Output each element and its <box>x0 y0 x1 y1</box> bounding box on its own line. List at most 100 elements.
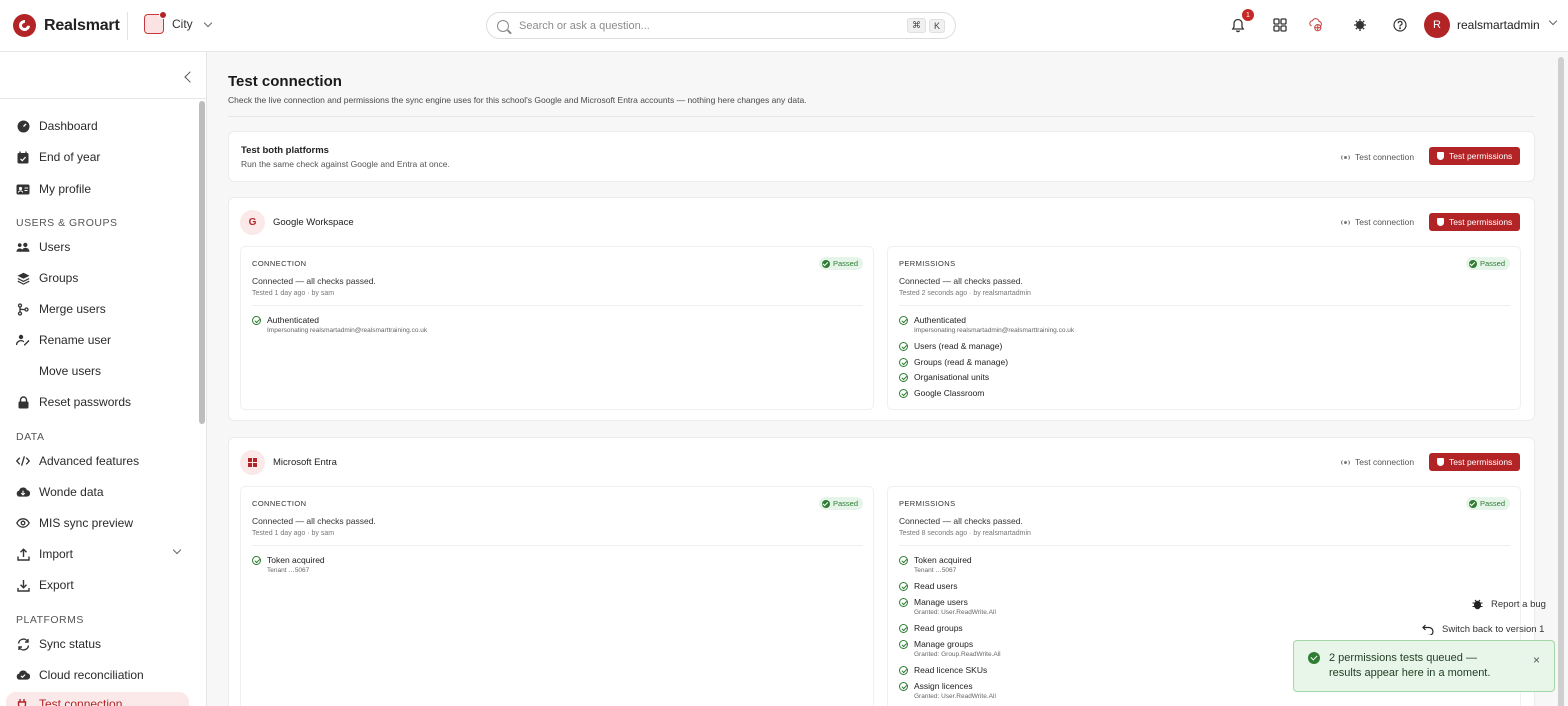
sidebar-item-label: Dashboard <box>39 119 98 133</box>
search-input[interactable] <box>519 19 904 32</box>
status-badge-label: Passed <box>832 259 858 268</box>
divider <box>0 98 207 99</box>
sidebar-item-reset-passwords[interactable]: Reset passwords <box>16 395 131 409</box>
sidebar-item-label: Reset passwords <box>39 395 132 409</box>
card-title: Google Workspace <box>273 217 354 228</box>
button-label: Test connection <box>1355 217 1415 227</box>
avatar[interactable]: R <box>1424 12 1450 38</box>
sidebar-item-label: Merge users <box>39 302 106 316</box>
app-logo[interactable]: Realsmart <box>13 14 120 37</box>
realsmart-logo-icon <box>13 14 36 37</box>
bug-icon[interactable] <box>1352 17 1368 33</box>
switch-version-button[interactable]: Switch back to version 1 <box>1422 624 1544 635</box>
check-detail: Tenant …5067 <box>267 567 310 574</box>
check-item: Users (read & manage) <box>899 341 1002 351</box>
google-test-connection-button[interactable]: Test connection <box>1341 217 1414 227</box>
gauge-icon <box>16 119 30 133</box>
sidebar-item-groups[interactable]: Groups <box>16 271 78 285</box>
check-item: Groups (read & manage) <box>899 357 1008 367</box>
panel-meta: Tested 2 seconds ago · by realsmartadmin <box>899 290 1031 297</box>
sidebar-item-wonde-data[interactable]: Wonde data <box>16 485 104 499</box>
sidebar-item-label: Sync status <box>39 637 102 651</box>
google-test-permissions-button[interactable]: Test permissions <box>1429 213 1521 231</box>
shield-icon <box>1437 458 1444 466</box>
sidebar-item-dashboard[interactable]: Dashboard <box>16 119 98 133</box>
status-badge-label: Passed <box>832 499 858 508</box>
main-scrollbar[interactable] <box>1558 57 1564 706</box>
check-circle-icon <box>821 499 830 508</box>
button-label: Test permissions <box>1449 217 1513 227</box>
check-item: Read groups <box>899 623 963 633</box>
google-connection-panel: CONNECTION Passed Connected — all checks… <box>240 246 874 410</box>
chevron-down-icon[interactable] <box>1548 16 1558 26</box>
status-badge-label: Passed <box>1479 259 1505 268</box>
cloud-check-icon <box>16 668 30 682</box>
school-switcher[interactable]: City <box>144 11 212 34</box>
shortcut-mod-key: ⌘ <box>906 18 926 33</box>
top-bar: Realsmart City ⌘ K 1 R realsmartadmin <box>0 0 1568 52</box>
check-circle-icon <box>899 342 908 351</box>
app-name: Realsmart <box>44 16 120 34</box>
sidebar-item-mis-sync-preview[interactable]: MIS sync preview <box>16 516 133 530</box>
panel-status: Connected — all checks passed. <box>252 516 376 526</box>
toast-message: 2 permissions tests queued — results app… <box>1329 652 1491 679</box>
entra-test-connection-button[interactable]: Test connection <box>1341 457 1414 467</box>
sidebar-item-merge-users[interactable]: Merge users <box>16 302 106 316</box>
sidebar-item-end-of-year[interactable]: End of year <box>16 150 100 164</box>
chevron-down-icon <box>203 18 212 27</box>
sidebar-item-rename-user[interactable]: Rename user <box>16 333 111 347</box>
panel-status: Connected — all checks passed. <box>899 516 1023 526</box>
check-title: Token acquired <box>267 555 325 565</box>
section-heading-data: DATA <box>16 431 45 443</box>
plug-icon <box>16 697 30 706</box>
sidebar-item-test-connection[interactable]: Test connection <box>16 697 122 706</box>
divider <box>252 545 863 546</box>
close-icon[interactable]: × <box>1533 653 1540 667</box>
merge-icon <box>16 302 30 316</box>
sidebar-item-move-users[interactable]: Move users <box>16 364 101 378</box>
test-both-permissions-button[interactable]: Test permissions <box>1429 147 1521 165</box>
sidebar-item-advanced-features[interactable]: Advanced features <box>16 454 139 468</box>
report-bug-label: Report a bug <box>1491 598 1546 610</box>
sidebar-item-label: Wonde data <box>39 485 104 499</box>
bug-icon <box>1472 599 1483 610</box>
sidebar-item-my-profile[interactable]: My profile <box>16 182 91 196</box>
sidebar-item-label: Groups <box>39 271 79 285</box>
sidebar-item-import[interactable]: Import <box>16 547 73 561</box>
user-name[interactable]: realsmartadmin <box>1457 18 1540 32</box>
check-circle-icon <box>899 556 908 565</box>
check-circle-icon <box>899 582 908 591</box>
check-circle-icon <box>1468 499 1477 508</box>
sidebar-scrollbar[interactable] <box>199 101 205 424</box>
check-circle-icon <box>252 556 261 565</box>
check-title: Manage users <box>914 597 968 607</box>
check-title: Organisational units <box>914 372 990 382</box>
page-title: Test connection <box>228 73 342 90</box>
check-title: Authenticated <box>267 315 319 325</box>
sidebar: Dashboard End of year My profile USERS &… <box>0 52 207 706</box>
signal-icon <box>1341 218 1350 226</box>
entra-test-permissions-button[interactable]: Test permissions <box>1429 453 1521 471</box>
panel-meta: Tested 1 day ago · by sam <box>252 530 335 537</box>
collapse-sidebar-icon[interactable] <box>184 71 196 83</box>
cloud-sync-icon[interactable] <box>1308 17 1324 33</box>
divider <box>127 12 128 40</box>
sidebar-item-users[interactable]: Users <box>16 240 70 254</box>
help-icon[interactable] <box>1392 17 1408 33</box>
apps-grid-icon[interactable] <box>1272 17 1288 33</box>
sidebar-item-cloud-reconciliation[interactable]: Cloud reconciliation <box>16 668 144 682</box>
check-circle-icon <box>1468 259 1477 268</box>
sidebar-item-export[interactable]: Export <box>16 578 74 592</box>
divider <box>899 305 1510 306</box>
check-title: Users (read & manage) <box>914 341 1003 351</box>
chevron-down-icon[interactable] <box>172 545 182 555</box>
search-bar[interactable]: ⌘ K <box>486 12 956 39</box>
sidebar-item-sync-status[interactable]: Sync status <box>16 637 101 651</box>
test-both-connection-button[interactable]: Test connection <box>1341 152 1414 162</box>
sidebar-item-label: Move users <box>39 364 102 378</box>
test-both-card: Test both platforms Run the same check a… <box>228 131 1535 182</box>
report-bug-button[interactable]: Report a bug <box>1472 598 1546 610</box>
divider <box>899 545 1510 546</box>
users-icon <box>16 240 30 254</box>
check-circle-icon <box>899 598 908 607</box>
